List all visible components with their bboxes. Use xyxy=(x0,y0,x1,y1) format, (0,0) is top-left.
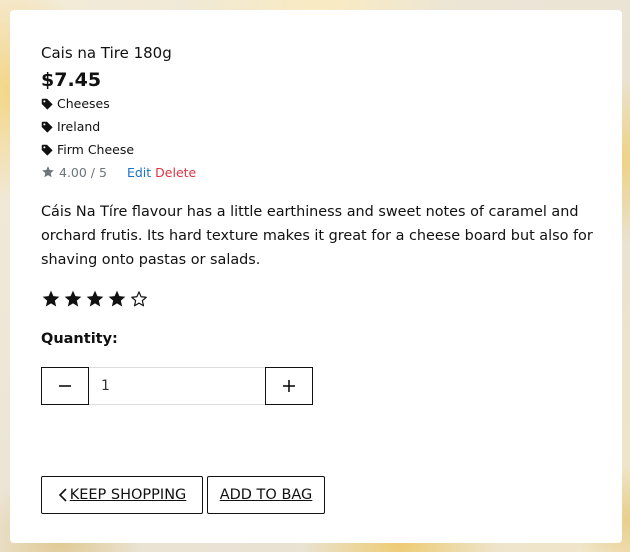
rating-summary: 4.00 / 5 Edit Delete xyxy=(41,161,602,183)
product-details: Cais na Tire 180g $7.45 Cheeses Ireland … xyxy=(41,43,602,405)
star-filled-icon xyxy=(42,290,60,307)
product-name: Cais na Tire 180g xyxy=(41,44,172,62)
keep-shopping-button[interactable]: KEEP SHOPPING xyxy=(41,476,203,514)
add-to-bag-button[interactable]: ADD TO BAG xyxy=(207,476,325,514)
star-filled-icon xyxy=(108,290,126,307)
product-description: Cáis Na Tíre flavour has a little earthi… xyxy=(41,204,593,268)
keep-shopping-label: KEEP SHOPPING xyxy=(69,487,187,503)
tag-icon xyxy=(41,98,53,110)
edit-link[interactable]: Edit xyxy=(127,165,151,180)
country-tag[interactable]: Ireland xyxy=(41,115,602,138)
product-price: $7.45 xyxy=(41,69,102,91)
star-empty-icon xyxy=(131,291,147,307)
product-detail-card: Cais na Tire 180g $7.45 Cheeses Ireland … xyxy=(10,10,622,543)
category-tag[interactable]: Cheeses xyxy=(41,92,602,115)
type-tag-label: Firm Cheese xyxy=(57,142,135,157)
decrement-button[interactable] xyxy=(41,367,89,405)
country-tag-label: Ireland xyxy=(57,119,101,134)
category-tag-label: Cheeses xyxy=(57,96,110,111)
chevron-left-icon xyxy=(58,488,67,502)
star-icon xyxy=(42,166,54,178)
star-rating xyxy=(41,288,602,310)
plus-icon xyxy=(283,380,295,392)
type-tag[interactable]: Firm Cheese xyxy=(41,138,602,161)
star-filled-icon xyxy=(64,290,82,307)
tag-icon xyxy=(41,144,53,156)
quantity-input[interactable] xyxy=(89,367,265,405)
star-filled-icon xyxy=(86,290,104,307)
minus-icon xyxy=(59,385,71,387)
delete-link[interactable]: Delete xyxy=(155,165,196,180)
quantity-label: Quantity: xyxy=(41,331,118,347)
action-buttons: KEEP SHOPPING ADD TO BAG xyxy=(41,476,325,514)
rating-value: 4.00 / 5 xyxy=(59,164,107,180)
quantity-stepper xyxy=(41,367,602,405)
tag-icon xyxy=(41,121,53,133)
add-to-bag-label: ADD TO BAG xyxy=(219,487,313,503)
increment-button[interactable] xyxy=(265,367,313,405)
